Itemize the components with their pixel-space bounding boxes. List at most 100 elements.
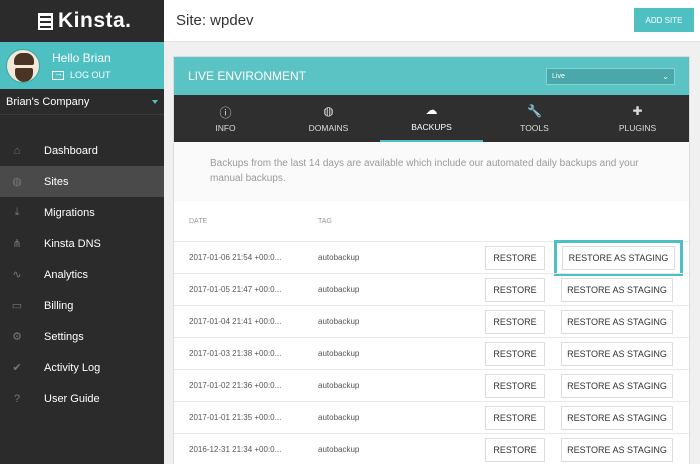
backup-tag: autobackup bbox=[318, 445, 360, 454]
backup-date: 2017-01-01 21:35 +00:0... bbox=[189, 413, 282, 422]
environment-panel: LIVE ENVIRONMENT Live ⌄ ⓘ INFO ◍ DOMAINS ☁ BA… bbox=[173, 56, 690, 464]
sidebar-item-label: Dashboard bbox=[44, 144, 98, 157]
restore-as-staging-button[interactable]: RESTORE AS STAGING bbox=[561, 438, 673, 462]
sidebar-item-activity-log[interactable]: ✔ Activity Log bbox=[0, 352, 164, 383]
sidebar-item-kinsta-dns[interactable]: ⋔ Kinsta DNS bbox=[0, 228, 164, 259]
sidebar-item-billing[interactable]: ▭ Billing bbox=[0, 290, 164, 321]
globe-icon: ◍ bbox=[12, 176, 22, 188]
sidebar-item-label: Activity Log bbox=[44, 361, 101, 374]
gear-icon: ⚙ bbox=[12, 331, 22, 343]
environment-bar: LIVE ENVIRONMENT Live ⌄ bbox=[174, 57, 689, 95]
table-row: 2017-01-06 21:54 +00:0... autobackup RESTO… bbox=[174, 240, 689, 276]
restore-button[interactable]: RESTORE bbox=[485, 342, 545, 366]
backup-date: 2016-12-31 21:34 +00:0... bbox=[189, 445, 282, 454]
sidebar-item-migrations[interactable]: ⤓ Migrations bbox=[0, 197, 164, 228]
tab-backups[interactable]: ☁ BACKUPS bbox=[380, 95, 483, 142]
backup-date: 2017-01-04 21:41 +00:0... bbox=[189, 317, 282, 326]
company-name: Brian's Company bbox=[6, 95, 90, 108]
dns-icon: ⋔ bbox=[12, 238, 22, 250]
logout-link[interactable]: LOG OUT bbox=[52, 68, 111, 80]
sidebar-item-dashboard[interactable]: ⌂ Dashboard bbox=[0, 135, 164, 166]
check-icon: ✔ bbox=[12, 362, 22, 374]
restore-as-staging-button[interactable]: RESTORE AS STAGING bbox=[554, 240, 683, 276]
restore-as-staging-label: RESTORE AS STAGING bbox=[562, 246, 675, 270]
backups-description: Backups from the last 14 days are availa… bbox=[174, 142, 689, 202]
user-greeting: Hello Brian bbox=[52, 51, 111, 65]
sidebar-nav: ⌂ Dashboard ◍ Sites ⤓ Migrations ⋔ Kinsta DNS ∿ A… bbox=[0, 135, 164, 414]
backup-tag: autobackup bbox=[318, 381, 360, 390]
restore-button[interactable]: RESTORE bbox=[485, 310, 545, 334]
restore-as-staging-button[interactable]: RESTORE AS STAGING bbox=[561, 406, 673, 430]
kinsta-logo[interactable]: Kinsta. bbox=[0, 0, 164, 42]
sidebar-item-label: Kinsta DNS bbox=[44, 237, 101, 250]
sidebar-item-label: User Guide bbox=[44, 392, 100, 405]
puzzle-icon: ✚ bbox=[632, 104, 643, 118]
sidebar-item-user-guide[interactable]: ? User Guide bbox=[0, 383, 164, 414]
kinsta-logo-icon bbox=[38, 12, 53, 30]
sidebar-item-label: Analytics bbox=[44, 268, 89, 281]
table-row: 2017-01-04 21:41 +00:0... autobackup RESTO… bbox=[174, 305, 689, 337]
table-row: 2017-01-02 21:36 +00:0... autobackup RESTO… bbox=[174, 369, 689, 401]
backup-date: 2017-01-03 21:38 +00:0... bbox=[189, 349, 282, 358]
sidebar-item-sites[interactable]: ◍ Sites bbox=[0, 166, 164, 197]
restore-button[interactable]: RESTORE bbox=[485, 246, 545, 270]
backup-tag: autobackup bbox=[318, 413, 360, 422]
tab-label: DOMAINS bbox=[308, 123, 349, 133]
restore-button[interactable]: RESTORE bbox=[485, 438, 545, 462]
backup-tag: autobackup bbox=[318, 253, 360, 262]
sidebar-item-analytics[interactable]: ∿ Analytics bbox=[0, 259, 164, 290]
tab-info[interactable]: ⓘ INFO bbox=[174, 95, 277, 142]
backup-date: 2017-01-06 21:54 +00:0... bbox=[189, 253, 282, 262]
tab-plugins[interactable]: ✚ PLUGINS bbox=[586, 95, 689, 142]
environment-select-value: Live bbox=[552, 72, 565, 80]
add-site-button[interactable]: ADD SITE bbox=[634, 8, 694, 32]
restore-as-staging-label: RESTORE AS STAGING bbox=[567, 381, 667, 391]
restore-as-staging-label: RESTORE AS STAGING bbox=[567, 445, 667, 455]
analytics-icon: ∿ bbox=[12, 269, 22, 281]
restore-as-staging-button[interactable]: RESTORE AS STAGING bbox=[561, 278, 673, 302]
company-selector[interactable]: Brian's Company bbox=[0, 89, 164, 115]
avatar[interactable] bbox=[6, 48, 40, 83]
tab-label: BACKUPS bbox=[411, 122, 452, 132]
user-box: Hello Brian LOG OUT bbox=[0, 42, 164, 89]
billing-icon: ▭ bbox=[11, 300, 23, 312]
backup-tag: autobackup bbox=[318, 285, 360, 294]
sidebar-item-label: Billing bbox=[44, 299, 74, 312]
table-row: 2016-12-31 21:34 +00:0... autobackup RESTO… bbox=[174, 433, 689, 464]
restore-button[interactable]: RESTORE bbox=[485, 406, 545, 430]
brand-name: Kinsta. bbox=[58, 9, 132, 32]
restore-as-staging-label: RESTORE AS STAGING bbox=[567, 349, 667, 359]
restore-as-staging-button[interactable]: RESTORE AS STAGING bbox=[561, 310, 673, 334]
table-header: DATE TAG bbox=[174, 202, 689, 241]
table-row: 2017-01-03 21:38 +00:0... autobackup RESTO… bbox=[174, 337, 689, 369]
chevron-down-icon: ⌄ bbox=[662, 71, 669, 81]
tab-domains[interactable]: ◍ DOMAINS bbox=[277, 95, 380, 142]
backup-tag: autobackup bbox=[318, 349, 360, 358]
site-tabs: ⓘ INFO ◍ DOMAINS ☁ BACKUPS 🔧 TOOLS ✚ PLUGINS bbox=[174, 95, 689, 142]
environment-select[interactable]: Live ⌄ bbox=[546, 67, 675, 85]
restore-as-staging-button[interactable]: RESTORE AS STAGING bbox=[561, 342, 673, 366]
restore-as-staging-button[interactable]: RESTORE AS STAGING bbox=[561, 374, 673, 398]
cloud-upload-icon: ☁ bbox=[425, 103, 438, 117]
chevron-down-icon bbox=[152, 99, 158, 104]
column-tag: TAG bbox=[318, 218, 332, 225]
restore-button[interactable]: RESTORE bbox=[485, 374, 545, 398]
backup-table: 2017-01-06 21:54 +00:0... autobackup RESTO… bbox=[174, 240, 689, 464]
restore-as-staging-label: RESTORE AS STAGING bbox=[567, 317, 667, 327]
tab-label: INFO bbox=[215, 123, 236, 133]
sidebar-item-settings[interactable]: ⚙ Settings bbox=[0, 321, 164, 352]
sidebar-item-label: Sites bbox=[44, 175, 69, 188]
help-icon: ? bbox=[13, 392, 21, 405]
home-icon: ⌂ bbox=[13, 144, 21, 157]
column-date: DATE bbox=[189, 218, 208, 225]
restore-button[interactable]: RESTORE bbox=[485, 278, 545, 302]
sidebar-item-label: Settings bbox=[44, 330, 84, 343]
tab-tools[interactable]: 🔧 TOOLS bbox=[483, 95, 586, 142]
wrench-icon: 🔧 bbox=[527, 104, 542, 118]
tab-label: TOOLS bbox=[520, 123, 549, 133]
sidebar: Kinsta. Hello Brian LOG OUT Brian's Comp… bbox=[0, 0, 164, 464]
logout-icon bbox=[52, 68, 64, 80]
restore-as-staging-label: RESTORE AS STAGING bbox=[567, 285, 667, 295]
migration-icon: ⤓ bbox=[14, 206, 20, 218]
table-row: 2017-01-05 21:47 +00:0... autobackup RESTO… bbox=[174, 273, 689, 305]
